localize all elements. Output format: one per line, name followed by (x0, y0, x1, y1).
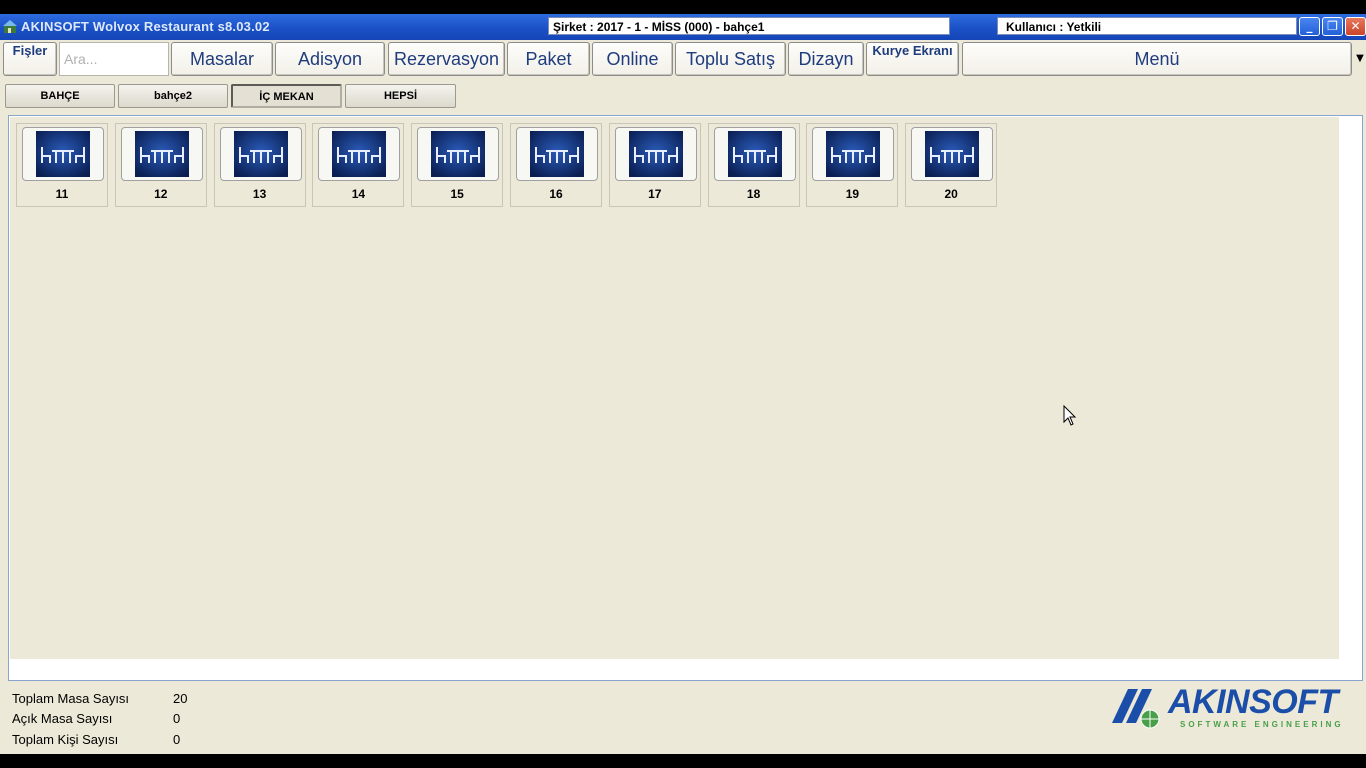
table-number: 17 (648, 187, 662, 201)
close-icon: ✕ (1350, 19, 1361, 33)
maximize-button[interactable]: ❐ (1322, 17, 1343, 36)
table-button[interactable] (22, 127, 104, 181)
close-button[interactable]: ✕ (1345, 17, 1366, 36)
table-card[interactable]: 20 (905, 123, 998, 207)
adisyon-button[interactable]: Adisyon (275, 42, 385, 76)
table-card[interactable]: 12 (114, 123, 207, 207)
table-card[interactable]: 13 (213, 123, 306, 207)
total-tables-label: Toplam Masa Sayısı (12, 691, 130, 706)
table-card[interactable]: 18 (707, 123, 800, 207)
logo-text: AKINSOFT (1168, 683, 1338, 721)
akinsoft-logo: AKINSOFT SOFTWARE ENGINEERING (1112, 683, 1344, 733)
table-button[interactable] (614, 127, 697, 181)
paket-button[interactable]: Paket (507, 42, 590, 76)
dizayn-button[interactable]: Dizayn (788, 42, 864, 76)
dining-table-icon (727, 131, 782, 177)
company-info: Şirket : 2017 - 1 - MİSS (000) - bahçe1 (548, 17, 950, 35)
masalar-button[interactable]: Masalar (171, 42, 273, 76)
table-button[interactable] (911, 127, 994, 181)
app-window: AKINSOFT Wolvox Restaurant s8.03.02 Şirk… (0, 14, 1366, 754)
table-card[interactable]: 19 (806, 123, 899, 207)
dining-table-icon (332, 131, 387, 177)
table-button[interactable] (219, 127, 302, 181)
total-tables-value: 20 (173, 691, 188, 706)
open-tables-value: 0 (173, 711, 181, 726)
table-number: 20 (944, 187, 958, 201)
open-tables-label: Açık Masa Sayısı (12, 711, 113, 726)
table-button[interactable] (812, 127, 895, 181)
table-button[interactable] (417, 127, 500, 181)
table-button[interactable] (318, 127, 401, 181)
tab-hepsi[interactable]: HEPSİ (345, 84, 456, 108)
tab-bahce[interactable]: BAHÇE (5, 84, 115, 108)
dining-table-icon (233, 131, 288, 177)
total-people-value: 0 (173, 732, 181, 747)
kurye-ekrani-button[interactable]: Kurye Ekranı (866, 42, 959, 76)
table-card[interactable]: 15 (411, 123, 504, 207)
dining-table-icon (36, 131, 90, 177)
logo-mark-icon (1112, 689, 1160, 729)
search-box[interactable] (59, 42, 169, 76)
main-toolbar: Fişler Masalar Adisyon Rezervasyon Paket… (0, 42, 1366, 90)
table-number: 19 (845, 187, 860, 201)
table-button[interactable] (516, 127, 598, 181)
dining-table-icon (925, 131, 980, 177)
menu-dropdown-icon[interactable]: ▼ (1354, 42, 1366, 76)
dining-table-icon (826, 131, 881, 177)
minimize-icon: _ (1306, 19, 1313, 33)
title-bar[interactable]: AKINSOFT Wolvox Restaurant s8.03.02 Şirk… (0, 14, 1366, 40)
table-button[interactable] (120, 127, 203, 181)
table-card[interactable]: 16 (510, 123, 602, 207)
dining-table-icon (530, 131, 584, 177)
dining-table-icon (628, 131, 683, 177)
table-card[interactable]: 17 (608, 123, 701, 207)
window-title: AKINSOFT Wolvox Restaurant s8.03.02 (21, 19, 270, 34)
search-input[interactable] (62, 45, 166, 73)
menu-button[interactable]: Menü (962, 42, 1352, 76)
dining-table-icon (134, 131, 189, 177)
table-card[interactable]: 11 (16, 123, 108, 207)
tab-ic-mekan[interactable]: İÇ MEKAN (231, 84, 342, 108)
table-card[interactable]: 14 (312, 123, 405, 207)
table-number: 16 (549, 187, 563, 201)
minimize-button[interactable]: _ (1299, 17, 1320, 36)
app-icon (3, 20, 17, 33)
tab-bahce2[interactable]: bahçe2 (118, 84, 228, 108)
table-number: 14 (351, 187, 366, 201)
fisler-button[interactable]: Fişler (3, 42, 57, 76)
table-number: 13 (252, 187, 267, 201)
logo-subtitle: SOFTWARE ENGINEERING (1180, 720, 1344, 729)
table-number: 12 (154, 187, 168, 201)
online-button[interactable]: Online (592, 42, 673, 76)
total-people-label: Toplam Kişi Sayısı (12, 732, 119, 747)
rezervasyon-button[interactable]: Rezervasyon (388, 42, 505, 76)
tables-panel: 11 12 13 14 15 16 17 18 19 20 (8, 115, 1363, 681)
letterbox-top (0, 0, 1366, 14)
table-button[interactable] (713, 127, 796, 181)
toplu-satis-button[interactable]: Toplu Satış (675, 42, 786, 76)
area-tabs: BAHÇE bahçe2 İÇ MEKAN HEPSİ (0, 84, 800, 110)
tables-area: 11 12 13 14 15 16 17 18 19 20 (10, 117, 1339, 659)
user-info: Kullanıcı : Yetkili (997, 17, 1297, 35)
table-number: 15 (450, 187, 464, 201)
mouse-cursor-icon (1063, 405, 1077, 426)
table-number: 11 (55, 187, 69, 201)
restore-icon: ❐ (1327, 19, 1338, 33)
dining-table-icon (431, 131, 486, 177)
table-number: 18 (746, 187, 761, 201)
